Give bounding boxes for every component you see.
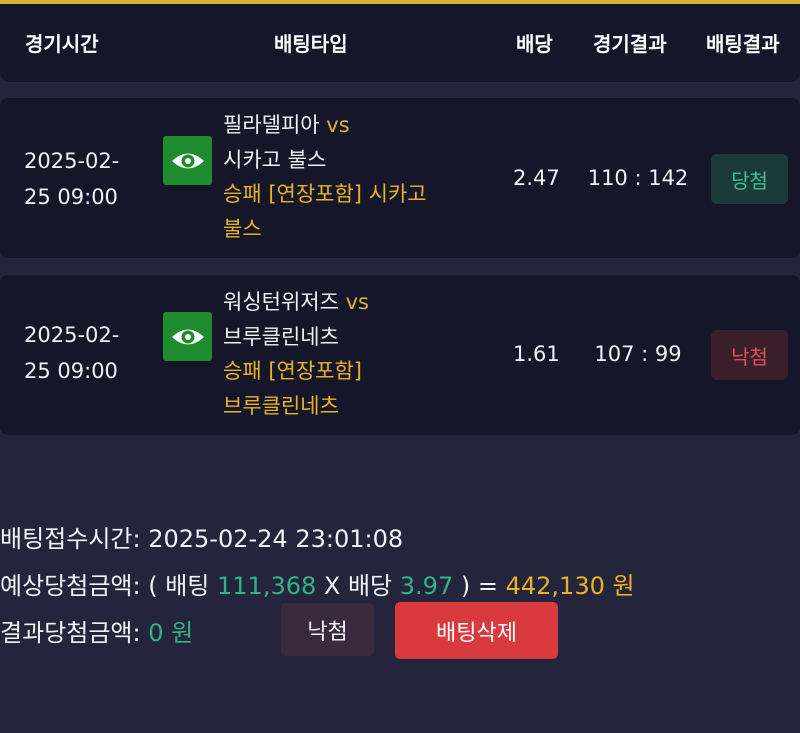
expected-close: ) =: [460, 572, 498, 600]
eye-icon[interactable]: [163, 136, 212, 185]
result-payout-label: 결과당첨금액:: [0, 619, 141, 647]
away-team: 시카고 불스: [223, 147, 327, 172]
result-payout-line: 결과당첨금액: 0 원: [0, 613, 193, 648]
game-datetime: 2025-02- 25 09:00: [24, 317, 119, 389]
result-badge-win: 당첨: [711, 154, 788, 204]
received-time-value: 2025-02-24 23:01:08: [148, 525, 404, 553]
game-time: 25 09:00: [24, 185, 118, 209]
eye-icon[interactable]: [163, 312, 212, 361]
expected-open: ( 배팅: [148, 572, 210, 600]
expected-payout-label: 예상당첨금액:: [0, 572, 141, 600]
game-score: 107 : 99: [594, 342, 682, 366]
game-date: 2025-02-: [24, 149, 120, 173]
bet-type: 필라델피아 vs 시카고 불스 승패 [연장포함] 시카고 불스: [223, 108, 473, 246]
delete-bet-button[interactable]: 배팅삭제: [395, 602, 558, 659]
home-team: 필라델피아: [223, 113, 320, 137]
received-time-label: 배팅접수시간:: [0, 525, 141, 553]
bet-row: 2025-02- 25 09:00 워싱턴위저즈 vs 브루클린네츠 승패 [연…: [0, 275, 800, 435]
home-team: 워싱턴위저즈: [223, 290, 339, 314]
expected-amount: 442,130 원: [505, 572, 635, 600]
game-time: 25 09:00: [24, 359, 118, 383]
bet-pick-cont: 불스: [223, 216, 262, 241]
result-badge-lose: 낙첨: [711, 330, 788, 380]
bet-pick-cont: 브루클린네츠: [223, 393, 339, 418]
away-team: 브루클린네츠: [223, 324, 339, 349]
table-header: 경기시간 배팅타입 배당 경기결과 배팅결과: [0, 4, 800, 82]
times-odds-label: X 배당: [323, 572, 393, 600]
bet-type: 워싱턴위저즈 vs 브루클린네츠 승패 [연장포함] 브루클린네츠: [223, 285, 473, 423]
header-bet-result: 배팅결과: [706, 32, 780, 56]
vs-label: vs: [345, 290, 369, 314]
header-odds: 배당: [516, 32, 553, 56]
stake-amount: 111,368: [217, 572, 317, 600]
odds-value: 1.61: [513, 342, 560, 366]
bet-pick: 승패 [연장포함] 시카고: [223, 182, 427, 206]
expected-payout-line: 예상당첨금액: ( 배팅 111,368 X 배당 3.97 ) = 442,1…: [0, 566, 635, 601]
bet-row: 2025-02- 25 09:00 필라델피아 vs 시카고 불스 승패 [연장…: [0, 98, 800, 258]
total-odds: 3.97: [399, 572, 454, 600]
received-time-line: 배팅접수시간: 2025-02-24 23:01:08: [0, 519, 403, 554]
bet-pick: 승패 [연장포함]: [223, 359, 362, 383]
odds-value: 2.47: [513, 166, 560, 190]
result-payout-amount: 0 원: [148, 619, 194, 647]
vs-label: vs: [326, 113, 350, 137]
header-game-time: 경기시간: [25, 32, 99, 56]
header-game-result: 경기결과: [593, 32, 667, 56]
game-date: 2025-02-: [24, 323, 120, 347]
game-datetime: 2025-02- 25 09:00: [24, 143, 119, 215]
game-score: 110 : 142: [587, 166, 689, 190]
header-bet-type: 배팅타입: [274, 32, 348, 56]
bet-status-badge: 낙첨: [281, 603, 374, 656]
